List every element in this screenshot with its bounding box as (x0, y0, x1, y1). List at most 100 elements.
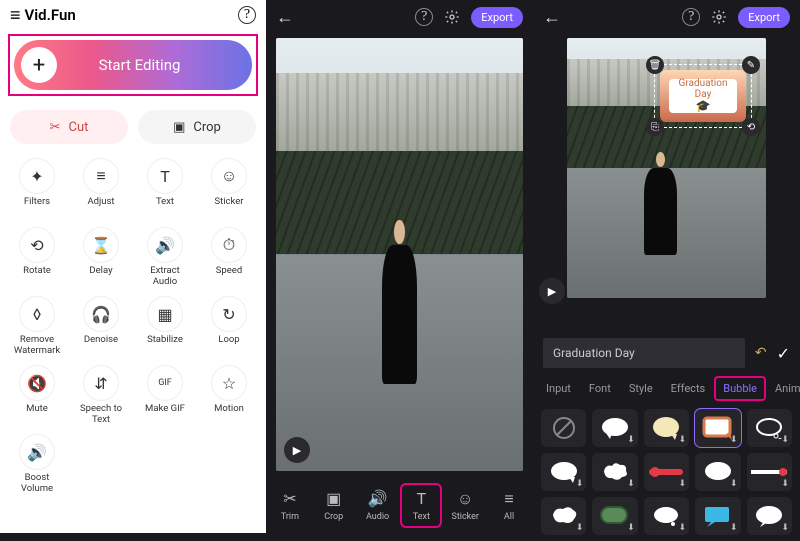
tool-label: Loop (218, 335, 239, 355)
crop-button[interactable]: ▣ Crop (138, 110, 256, 144)
bubble-style-12[interactable]: ⬇ (644, 497, 689, 535)
play-button[interactable]: ▶ (284, 437, 310, 463)
denoise-icon: 🎧 (83, 296, 119, 332)
editor-header: ← ? Export (266, 0, 533, 34)
download-icon: ⬇ (576, 523, 584, 533)
settings-icon[interactable] (443, 8, 461, 26)
download-icon: ⬇ (576, 479, 584, 489)
text-overlay-frame[interactable]: Graduation Day 🎓 🗑 ✎ ⎘ ⟲ (648, 58, 758, 134)
crop-icon: ▣ (173, 120, 185, 135)
tool-speed[interactable]: ⏱Speed (198, 227, 260, 286)
tool-label: Boost Volume (21, 473, 53, 493)
tool-motion[interactable]: ☆Motion (198, 365, 260, 424)
copy-handle-icon[interactable]: ⎘ (646, 118, 664, 136)
tool-label: Speech to Text (80, 404, 122, 424)
export-button[interactable]: Export (471, 7, 523, 28)
bottom-sticker[interactable]: ☺Sticker (446, 485, 484, 526)
tool-delay[interactable]: ⌛Delay (70, 227, 132, 286)
bubble-style-9[interactable]: ⬇ (747, 453, 792, 491)
tool-sticker[interactable]: ☺Sticker (198, 158, 260, 217)
help-icon[interactable]: ? (238, 6, 256, 24)
edit-handle-icon[interactable]: ✎ (742, 56, 760, 74)
bottom-all[interactable]: ≡All (490, 485, 528, 526)
tool-label: Make GIF (145, 404, 185, 424)
tool-make-gif[interactable]: GIF Make GIF (134, 365, 196, 424)
back-icon[interactable]: ← (543, 7, 561, 28)
delete-handle-icon[interactable]: 🗑 (646, 56, 664, 74)
bubble-style-4[interactable]: ⬇ (747, 409, 792, 447)
tool-speech-to-text[interactable]: ⇵Speech to Text (70, 365, 132, 424)
bubble-style-7[interactable]: ⬇ (644, 453, 689, 491)
bottom-text[interactable]: T Text (402, 485, 440, 526)
bubble-style-14[interactable]: ⬇ (747, 497, 792, 535)
text-input-row: ↶ ✓ (533, 332, 800, 374)
tab-animation[interactable]: Animation (768, 378, 800, 399)
home-header: ≡ Vid.Fun ? (0, 0, 266, 30)
rotate-icon: ⟲ (19, 227, 55, 263)
tool-filters[interactable]: ✦Filters (6, 158, 68, 217)
tool-remove-watermark[interactable]: ◊Remove Watermark (6, 296, 68, 355)
settings-icon[interactable] (710, 8, 728, 26)
bottom-label: Text (413, 512, 430, 522)
tool-boost-volume[interactable]: 🔊 Boost Volume (6, 434, 68, 493)
bottom-audio[interactable]: 🔊Audio (359, 485, 397, 526)
tab-effects[interactable]: Effects (664, 378, 713, 399)
undo-icon[interactable]: ↶ (755, 345, 767, 361)
bubble-overlay[interactable]: Graduation Day 🎓 (660, 70, 746, 122)
bubble-style-5[interactable]: ⬇ (541, 453, 586, 491)
help-icon[interactable]: ? (682, 8, 700, 26)
tab-font[interactable]: Font (582, 378, 618, 399)
tab-bubble[interactable]: Bubble (716, 378, 764, 399)
delay-icon: ⌛ (83, 227, 119, 263)
bubble-style-3[interactable]: ⬇ (695, 409, 740, 447)
tab-input[interactable]: Input (539, 378, 578, 399)
filters-icon: ✦ (19, 158, 55, 194)
bubble-style-13[interactable]: ⬇ (695, 497, 740, 535)
boost-volume-icon: 🔊 (19, 434, 55, 470)
export-button[interactable]: Export (738, 7, 790, 28)
tool-adjust[interactable]: ≡Adjust (70, 158, 132, 217)
text-input[interactable] (543, 338, 745, 368)
tool-mute[interactable]: 🔇Mute (6, 365, 68, 424)
download-icon: ⬇ (679, 523, 687, 533)
make-gif-icon: GIF (147, 365, 183, 401)
bubble-style-10[interactable]: ⬇ (541, 497, 586, 535)
play-button[interactable]: ▶ (539, 278, 565, 304)
bubble-style-2[interactable]: ⬇ (644, 409, 689, 447)
start-editing-button[interactable]: + Start Editing (14, 40, 252, 90)
tool-stabilize[interactable]: ▦Stabilize (134, 296, 196, 355)
tool-rotate[interactable]: ⟲Rotate (6, 227, 68, 286)
tab-style[interactable]: Style (622, 378, 660, 399)
bottom-crop[interactable]: ▣Crop (315, 485, 353, 526)
bubble-style-8[interactable]: ⬇ (695, 453, 740, 491)
tool-denoise[interactable]: 🎧Denoise (70, 296, 132, 355)
menu-icon[interactable]: ≡ (10, 5, 21, 26)
extract-audio-icon: 🔊 (147, 227, 183, 263)
bottom-label: Crop (324, 512, 343, 522)
help-icon[interactable]: ? (415, 8, 433, 26)
tool-text[interactable]: TText (134, 158, 196, 217)
text-icon: T (417, 489, 427, 509)
video-preview-small[interactable]: Graduation Day 🎓 🗑 ✎ ⎘ ⟲ (567, 38, 766, 298)
bubble-style-1[interactable]: ⬇ (592, 409, 637, 447)
back-icon[interactable]: ← (276, 7, 294, 28)
confirm-icon[interactable]: ✓ (777, 344, 790, 363)
cut-button[interactable]: ✂ Cut (10, 110, 128, 144)
panel-home: ≡ Vid.Fun ? + Start Editing ✂ Cut ▣ Crop… (0, 0, 266, 533)
tool-loop[interactable]: ↻Loop (198, 296, 260, 355)
bubble-style-0[interactable] (541, 409, 586, 447)
bubble-style-11[interactable]: ⬇ (592, 497, 637, 535)
tool-label: Adjust (87, 197, 114, 217)
bubble-grid: ⬇⬇⬇⬇⬇⬇⬇⬇⬇⬇⬇⬇⬇⬇ (533, 403, 800, 541)
bottom-trim[interactable]: ✂Trim (271, 485, 309, 526)
audio-icon: 🔊 (368, 489, 388, 509)
mute-icon: 🔇 (19, 365, 55, 401)
text-icon: T (147, 158, 183, 194)
video-preview[interactable]: ▶ (276, 38, 523, 471)
person-figure (643, 152, 679, 277)
resize-handle-icon[interactable]: ⟲ (742, 118, 760, 136)
tool-extract-audio[interactable]: 🔊Extract Audio (134, 227, 196, 286)
download-icon: ⬇ (730, 523, 738, 533)
bubble-style-6[interactable]: ⬇ (592, 453, 637, 491)
graduation-cap-icon: 🎓 (696, 100, 711, 113)
